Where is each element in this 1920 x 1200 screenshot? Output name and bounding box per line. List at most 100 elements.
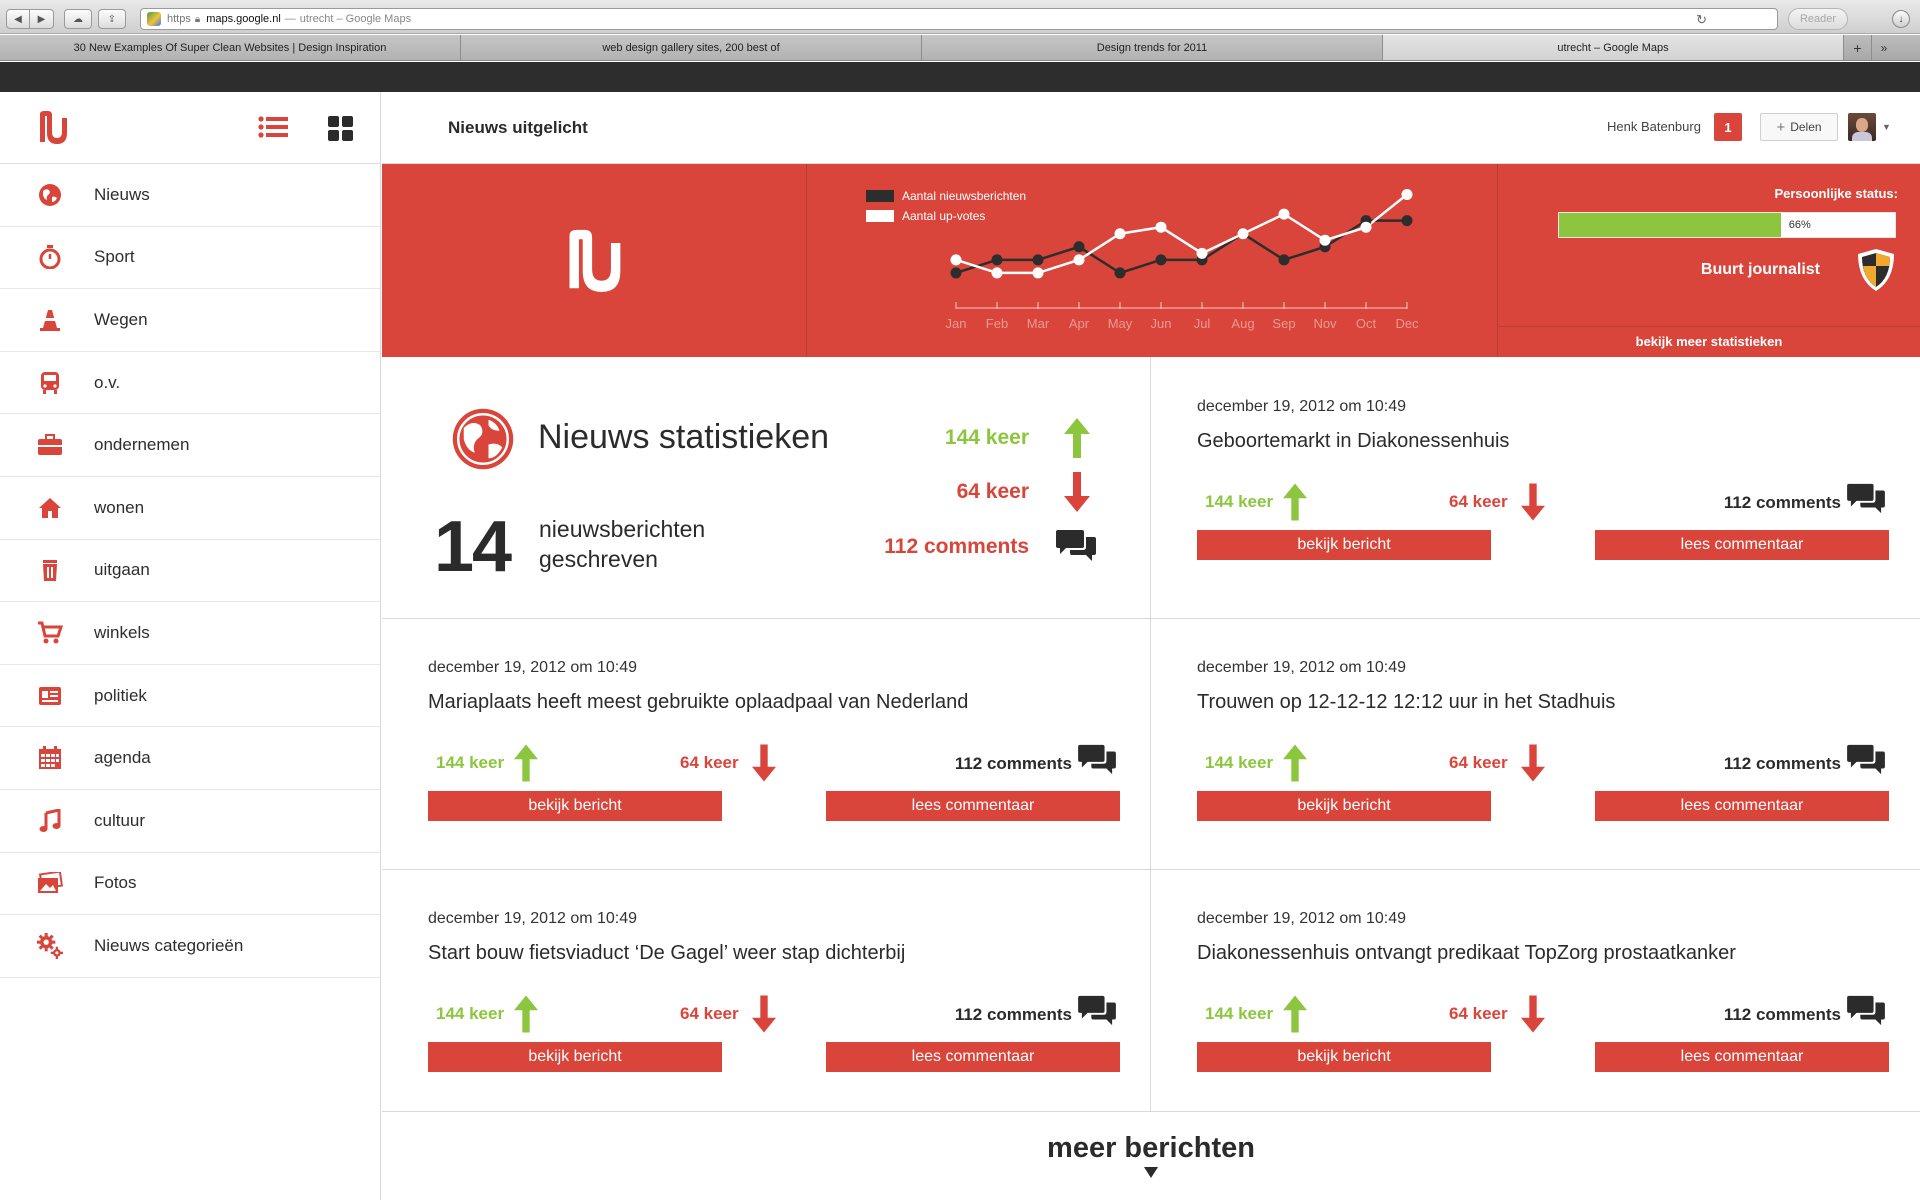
arrow-up-icon[interactable]	[514, 994, 538, 1039]
browser-tab[interactable]: web design gallery sites, 200 best of	[461, 35, 922, 60]
address-bar[interactable]: https 🔒︎ maps.google.nl — utrecht – Goog…	[140, 8, 1778, 30]
sidebar-item-wegen[interactable]: Wegen	[0, 289, 380, 352]
read-comments-button[interactable]: lees commentaar	[1595, 530, 1889, 560]
read-comments-button[interactable]: lees commentaar	[1595, 791, 1889, 821]
sidebar-item-politiek[interactable]: politiek	[0, 665, 380, 728]
sidebar-item-label: uitgaan	[94, 560, 150, 580]
view-article-button[interactable]: bekijk bericht	[428, 1042, 722, 1072]
reader-button[interactable]: Reader	[1788, 8, 1848, 30]
sidebar-item-ov[interactable]: o.v.	[0, 352, 380, 415]
comment-count: 112 comments	[1723, 1005, 1841, 1024]
news-headline[interactable]: Start bouw fietsviaduct ‘De Gagel’ weer …	[428, 942, 905, 965]
x-tick-label: Jun	[1151, 316, 1172, 331]
sidebar-header	[0, 92, 380, 164]
stats-title: Nieuws statistieken	[538, 418, 830, 456]
data-point	[950, 254, 962, 266]
news-headline[interactable]: Geboortemarkt in Diakonessenhuis	[1197, 430, 1509, 453]
comments-icon	[1847, 994, 1885, 1033]
sidebar-item-nieuws-categorieen[interactable]: Nieuws categorieën	[0, 915, 380, 978]
site-top-bar	[0, 62, 1920, 92]
chevron-down-icon[interactable]	[1144, 1166, 1158, 1178]
data-point	[1114, 228, 1126, 240]
arrow-down-icon[interactable]	[1521, 482, 1545, 527]
x-tick-label: Nov	[1313, 316, 1337, 331]
new-tab-button[interactable]: +	[1844, 35, 1872, 60]
plus-icon: +	[1853, 39, 1862, 56]
browser-tab[interactable]: 30 New Examples Of Super Clean Websites …	[0, 35, 461, 60]
news-date: december 19, 2012 om 10:49	[1197, 398, 1407, 415]
rank-label: Buurt journalist	[1700, 261, 1820, 278]
sidebar-item-ondernemen[interactable]: ondernemen	[0, 414, 380, 477]
read-comments-button[interactable]: lees commentaar	[826, 1042, 1120, 1072]
load-more-button[interactable]: meer berichten	[382, 1132, 1920, 1165]
sidebar-item-uitgaan[interactable]: uitgaan	[0, 540, 380, 603]
read-comments-button[interactable]: lees commentaar	[1595, 1042, 1889, 1072]
logo-icon[interactable]	[36, 108, 70, 151]
sidebar-item-nieuws[interactable]: Nieuws	[0, 164, 380, 227]
traffic-cone-icon	[37, 307, 63, 333]
article-count-label: nieuwsberichten geschreven	[539, 514, 705, 574]
arrow-up-icon[interactable]	[1283, 482, 1307, 527]
arrow-down-icon[interactable]	[1521, 994, 1545, 1039]
sidebar-item-fotos[interactable]: Fotos	[0, 853, 380, 916]
view-article-button[interactable]: bekijk bericht	[1197, 530, 1491, 560]
favicon-icon	[147, 12, 161, 26]
legend-swatch	[866, 210, 894, 222]
reload-icon[interactable]: ↻	[1696, 12, 1707, 28]
sidebar-item-wonen[interactable]: wonen	[0, 477, 380, 540]
downvote-count: 64 keer	[956, 480, 1029, 503]
view-article-button[interactable]: bekijk bericht	[1197, 791, 1491, 821]
arrow-down-icon[interactable]	[752, 994, 776, 1039]
comments-icon	[1847, 743, 1885, 782]
sidebar-item-label: wonen	[94, 497, 145, 517]
read-comments-button[interactable]: lees commentaar	[826, 791, 1120, 821]
downvote-count: 64 keer	[1449, 492, 1508, 511]
arrow-up-icon[interactable]	[1283, 743, 1307, 788]
drink-icon	[37, 557, 63, 583]
view-article-button[interactable]: bekijk bericht	[428, 791, 722, 821]
sidebar-item-sport[interactable]: Sport	[0, 227, 380, 290]
article-count-label-line: geschreven	[539, 546, 658, 572]
grid-view-icon[interactable]	[328, 116, 354, 147]
share-page-button[interactable]: ⇪	[98, 9, 126, 29]
sidebar-item-label: Fotos	[94, 873, 137, 893]
sidebar-item-label: winkels	[94, 622, 150, 642]
url-host: maps.google.nl	[206, 13, 281, 25]
list-view-icon[interactable]	[258, 116, 288, 143]
progress-fill	[1559, 213, 1781, 237]
notification-badge[interactable]: 1	[1714, 113, 1742, 141]
stats-banner: Aantal nieuwsberichten Aantal up-votes J…	[382, 164, 1920, 357]
sidebar-item-cultuur[interactable]: cultuur	[0, 790, 380, 853]
arrow-up-icon[interactable]	[1283, 994, 1307, 1039]
personal-status-panel: Persoonlijke status: 66% Buurt journalis…	[1498, 164, 1920, 357]
avatar[interactable]	[1848, 113, 1876, 141]
news-headline[interactable]: Mariaplaats heeft meest gebruikte oplaad…	[428, 691, 968, 714]
data-point	[1401, 189, 1413, 201]
lock-icon: 🔒︎	[194, 13, 201, 25]
cloud-icon: ☁	[73, 13, 83, 25]
arrow-up-icon[interactable]	[514, 743, 538, 788]
user-name[interactable]: Henk Batenburg	[1607, 119, 1701, 134]
downloads-button[interactable]: ↓	[1892, 10, 1910, 28]
browser-tab[interactable]: Design trends for 2011	[922, 35, 1383, 60]
chevron-down-icon[interactable]: ▼	[1882, 122, 1891, 132]
arrow-up-icon	[1064, 418, 1090, 463]
arrow-down-icon[interactable]	[1521, 743, 1545, 788]
news-headline[interactable]: Trouwen op 12-12-12 12:12 uur in het Sta…	[1197, 691, 1615, 714]
share-button[interactable]: + Delen	[1760, 113, 1838, 141]
back-button[interactable]: ◀	[6, 9, 30, 29]
sidebar-item-winkels[interactable]: winkels	[0, 602, 380, 665]
icloud-button[interactable]: ☁	[64, 9, 92, 29]
series-line	[955, 219, 1407, 275]
browser-tab-active[interactable]: utrecht – Google Maps	[1383, 35, 1844, 60]
url-separator: —	[284, 13, 296, 25]
forward-button[interactable]: ▶	[30, 9, 54, 29]
sidebar-item-agenda[interactable]: agenda	[0, 727, 380, 790]
upvote-count: 144 keer	[1205, 492, 1274, 511]
arrow-down-icon[interactable]	[752, 743, 776, 788]
tab-overflow-button[interactable]: »	[1872, 35, 1896, 60]
share-icon: ⇪	[107, 13, 117, 25]
view-article-button[interactable]: bekijk bericht	[1197, 1042, 1491, 1072]
more-stats-link[interactable]: bekijk meer statistieken	[1498, 334, 1920, 349]
news-headline[interactable]: Diakonessenhuis ontvangt predikaat TopZo…	[1197, 942, 1736, 965]
